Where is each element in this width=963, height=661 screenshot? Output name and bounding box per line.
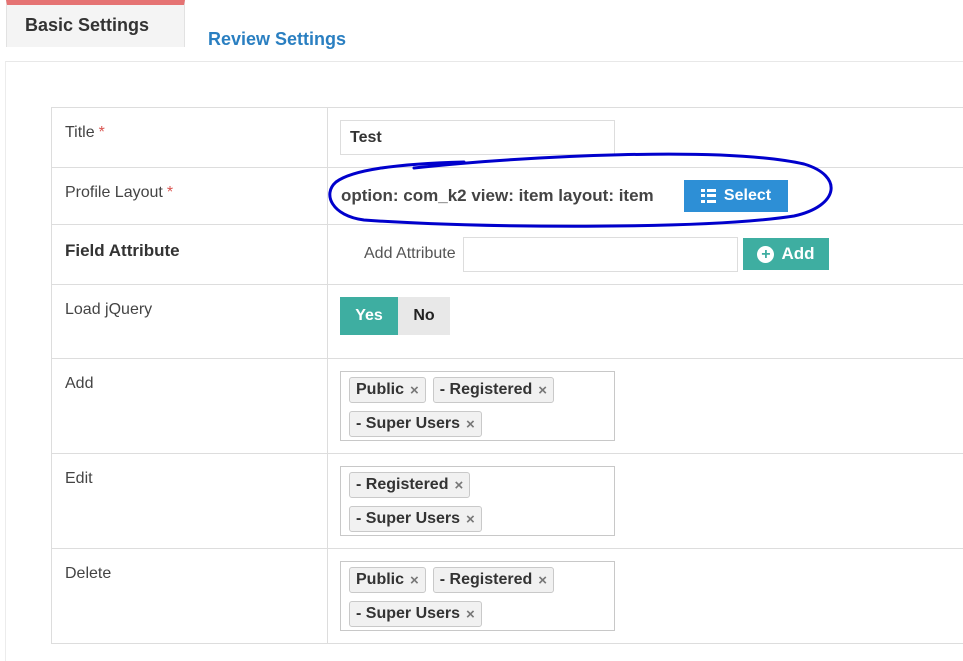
add-attribute-label: Add Attribute xyxy=(364,245,456,262)
remove-icon[interactable]: × xyxy=(466,606,475,623)
delete-permission-label: Delete xyxy=(52,549,328,643)
title-label: Title * xyxy=(52,108,328,167)
attribute-input[interactable] xyxy=(463,237,738,272)
chip-label: - Super Users xyxy=(356,605,461,622)
field-attribute-value-cell: Add Attribute + Add xyxy=(328,225,963,284)
add-groups-multiselect[interactable]: Public × - Registered × - Super Users × xyxy=(340,371,615,441)
row-add: Add Public × - Registered × - Super Users × xyxy=(52,359,963,454)
add-permission-cell: Public × - Registered × - Super Users × xyxy=(328,359,963,453)
toggle-yes[interactable]: Yes xyxy=(340,297,398,335)
load-jquery-toggle: Yes No xyxy=(340,297,450,335)
profile-layout-value-cell: option: com_k2 view: item layout: item S… xyxy=(328,168,963,224)
tag-chip: - Registered × xyxy=(349,472,471,498)
required-mark: * xyxy=(166,184,174,201)
chip-label: Public xyxy=(356,381,405,398)
tag-chip: Public × xyxy=(349,377,426,403)
remove-icon[interactable]: × xyxy=(410,572,419,589)
chip-label: Public xyxy=(356,571,405,588)
row-field-attribute: Field Attribute Add Attribute + Add xyxy=(52,225,963,285)
tab-basic-settings[interactable]: Basic Settings xyxy=(6,0,185,47)
profile-layout-label-text: Profile Layout xyxy=(65,184,163,201)
remove-icon[interactable]: × xyxy=(410,382,419,399)
chip-label: - Registered xyxy=(439,381,533,398)
row-load-jquery: Load jQuery Yes No xyxy=(52,285,963,359)
settings-table: Title* Profile Layout* option: com_k2 vi… xyxy=(51,107,963,644)
profile-layout-label: Profile Layout * xyxy=(52,168,328,224)
row-title: Title * xyxy=(52,108,963,168)
remove-icon[interactable]: × xyxy=(538,572,547,589)
plus-circle-icon: + xyxy=(757,245,775,263)
remove-icon[interactable]: × xyxy=(454,477,463,494)
load-jquery-label: Load jQuery xyxy=(52,285,328,358)
delete-permission-cell: Public × - Registered × - Super Users × xyxy=(328,549,963,643)
row-profile-layout: Profile Layout * option: com_k2 view: ite… xyxy=(52,168,963,225)
profile-layout-value: option: com_k2 view: item layout: item xyxy=(341,186,654,205)
tag-chip: - Super Users × xyxy=(349,601,482,627)
chip-label: - Registered xyxy=(356,476,449,493)
select-button-label: Select xyxy=(723,187,772,204)
required-mark: * xyxy=(98,124,105,141)
tag-chip: Public × xyxy=(349,567,426,593)
tab-review-settings[interactable]: Review Settings xyxy=(208,29,346,50)
tag-chip: - Registered × xyxy=(432,567,555,593)
delete-groups-multiselect[interactable]: Public × - Registered × - Super Users × xyxy=(340,561,615,631)
tag-chip: - Registered × xyxy=(432,377,555,403)
remove-icon[interactable]: × xyxy=(466,511,475,528)
row-edit: Edit - Registered × - Super Users × xyxy=(52,454,963,549)
chip-label: - Super Users xyxy=(356,510,461,527)
title-value-cell xyxy=(328,108,963,167)
chip-label: - Registered xyxy=(439,571,533,588)
list-icon xyxy=(700,189,716,203)
tag-chip: - Super Users × xyxy=(349,411,482,437)
edit-permission-label: Edit xyxy=(52,454,328,548)
remove-icon[interactable]: × xyxy=(466,416,475,433)
select-button[interactable]: Select xyxy=(684,180,788,212)
chip-label: - Super Users xyxy=(356,415,461,432)
add-permission-label: Add xyxy=(52,359,328,453)
field-attribute-label: Field Attribute xyxy=(52,225,328,284)
tag-chip: - Super Users × xyxy=(349,506,482,532)
add-attribute-button[interactable]: + Add xyxy=(743,238,829,270)
remove-icon[interactable]: × xyxy=(538,382,547,399)
add-button-label: Add xyxy=(781,244,815,263)
toggle-no[interactable]: No xyxy=(398,297,450,335)
title-input[interactable] xyxy=(340,120,615,155)
title-label-text: Title xyxy=(65,124,95,141)
row-delete: Delete Public × - Registered × - Super Use… xyxy=(52,549,963,644)
edit-permission-cell: - Registered × - Super Users × xyxy=(328,454,963,548)
edit-groups-multiselect[interactable]: - Registered × - Super Users × xyxy=(340,466,615,536)
load-jquery-value-cell: Yes No xyxy=(328,285,963,358)
